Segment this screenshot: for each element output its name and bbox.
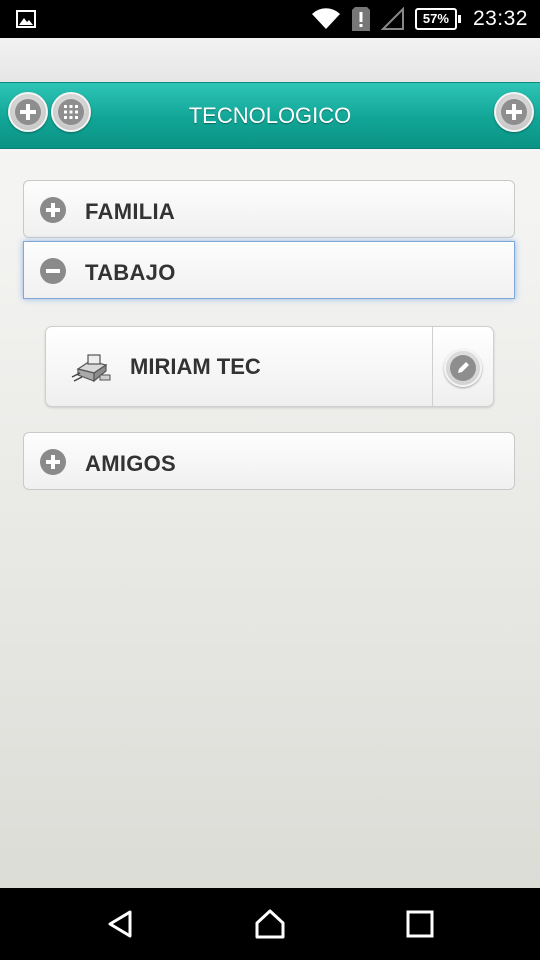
group-tabajo[interactable]: TABAJO <box>23 241 515 299</box>
contact-name: MIRIAM TEC <box>130 354 261 379</box>
plus-circle-icon <box>40 197 66 223</box>
no-signal-icon <box>380 7 404 30</box>
wifi-icon <box>311 8 340 30</box>
header-bar: TECNOLOGICO <box>0 82 540 149</box>
alert-icon <box>351 7 370 31</box>
gallery-icon <box>16 10 36 28</box>
recents-icon[interactable] <box>404 908 436 940</box>
plus-circle-icon <box>40 449 66 475</box>
navigation-bar <box>0 888 540 960</box>
minus-circle-icon <box>40 258 66 284</box>
home-icon[interactable] <box>254 908 286 940</box>
group-label: AMIGOS <box>85 451 177 476</box>
battery-level: 57% <box>422 11 449 26</box>
pencil-icon <box>450 355 476 381</box>
status-bar: 57% 23:32 <box>0 0 540 38</box>
battery-icon: 57% <box>414 8 461 30</box>
group-amigos[interactable]: AMIGOS <box>23 432 515 490</box>
add-button-right[interactable] <box>494 92 534 132</box>
group-label: TABAJO <box>85 260 176 285</box>
divider <box>432 327 433 406</box>
group-familia[interactable]: FAMILIA <box>23 180 515 238</box>
top-strip <box>0 38 540 83</box>
device-icon <box>71 354 111 383</box>
clock: 23:32 <box>472 7 528 30</box>
back-icon[interactable] <box>104 908 136 940</box>
add-icon <box>501 99 527 125</box>
app-content: TECNOLOGICO FAMILIA TABAJO MIRIAM TEC AM… <box>0 38 540 888</box>
edit-contact-button[interactable] <box>444 349 482 387</box>
page-title: TECNOLOGICO <box>188 103 352 128</box>
contact-item[interactable]: MIRIAM TEC <box>45 326 494 407</box>
group-label: FAMILIA <box>85 199 176 224</box>
